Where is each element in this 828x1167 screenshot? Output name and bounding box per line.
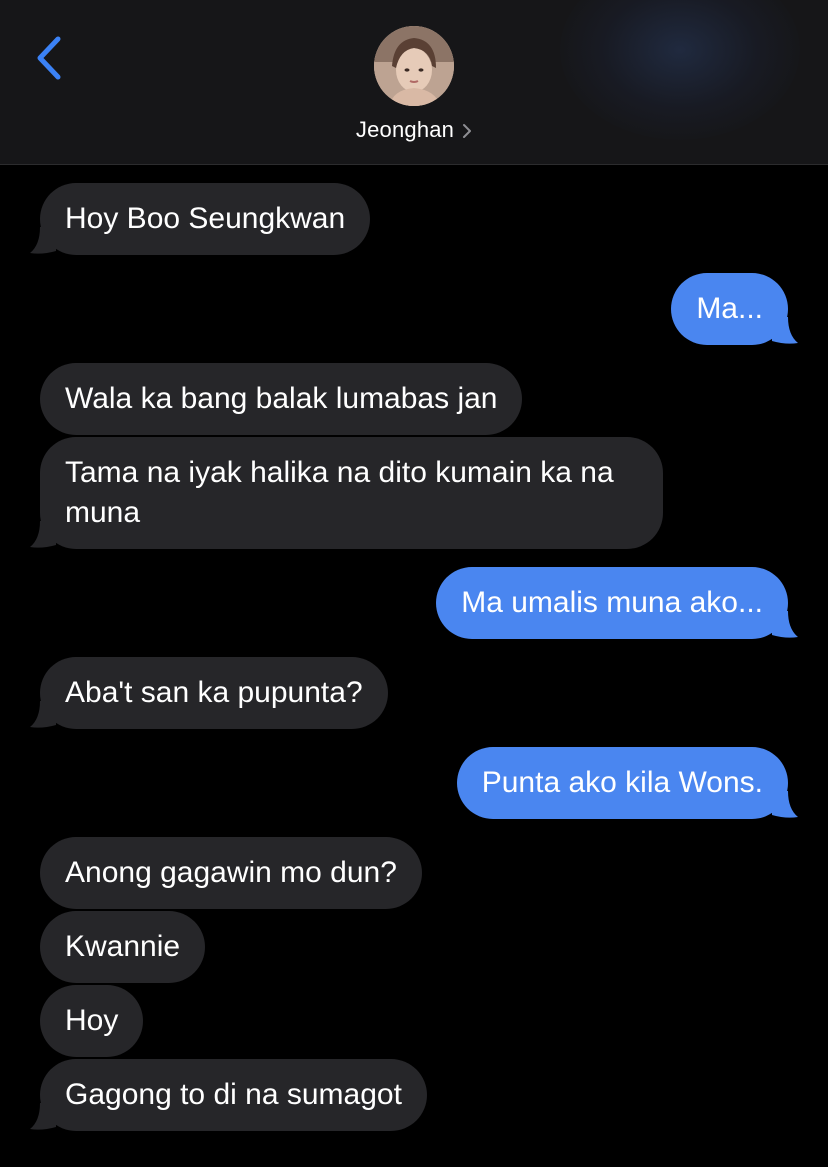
- message-bubble-incoming[interactable]: Tama na iyak halika na dito kumain ka na…: [30, 437, 663, 549]
- messages-screen: Jeonghan Hoy Boo Seungkwan Ma... Wala ka…: [0, 0, 828, 1167]
- message-thread[interactable]: Hoy Boo Seungkwan Ma... Wala ka bang bal…: [0, 165, 828, 1167]
- message-text: Kwannie: [65, 930, 181, 963]
- message-bubble-incoming[interactable]: Gagong to di na sumagot: [30, 1059, 427, 1131]
- bubble-tail: [772, 791, 798, 818]
- bubble-tail: [772, 317, 798, 344]
- message-text: Ma umalis muna ako...: [461, 586, 763, 619]
- message-bubble-incoming[interactable]: Anong gagawin mo dun?: [40, 837, 422, 909]
- contact-name: Jeonghan: [355, 117, 455, 142]
- message-bubble-incoming[interactable]: Hoy: [40, 985, 144, 1057]
- message-bubble-outgoing[interactable]: Ma...: [671, 273, 798, 345]
- bubble-tail: [30, 701, 56, 728]
- bubble-tail: [30, 1103, 56, 1130]
- message-text: Wala ka bang balak lumabas jan: [65, 382, 498, 415]
- contact-name-button[interactable]: Jeonghan: [0, 114, 828, 146]
- message-bubble-incoming[interactable]: Kwannie: [40, 911, 206, 983]
- chevron-left-icon: [37, 36, 61, 80]
- conversation-header: Jeonghan: [0, 0, 828, 165]
- chevron-right-icon: [462, 123, 472, 139]
- back-button[interactable]: [24, 30, 72, 86]
- message-bubble-outgoing[interactable]: Ma umalis muna ako...: [436, 567, 798, 639]
- bubble-tail: [772, 611, 798, 638]
- contact-avatar[interactable]: [374, 26, 454, 106]
- avatar-photo: [374, 26, 454, 106]
- message-text: Ma...: [696, 292, 763, 325]
- message-bubble-incoming[interactable]: Aba't san ka pupunta?: [30, 657, 388, 729]
- message-text: Hoy Boo Seungkwan: [65, 202, 346, 235]
- message-text: Tama na iyak halika na dito kumain ka na…: [65, 456, 614, 529]
- message-text: Hoy: [65, 1004, 119, 1037]
- message-text: Punta ako kila Wons.: [481, 766, 763, 799]
- message-text: Aba't san ka pupunta?: [65, 676, 363, 709]
- message-bubble-incoming[interactable]: Hoy Boo Seungkwan: [30, 183, 371, 255]
- bubble-tail: [30, 521, 56, 548]
- message-bubble-incoming[interactable]: Wala ka bang balak lumabas jan: [40, 363, 523, 435]
- bubble-tail: [30, 227, 56, 254]
- message-text: Gagong to di na sumagot: [65, 1078, 402, 1111]
- message-bubble-outgoing[interactable]: Punta ako kila Wons.: [456, 747, 798, 819]
- message-text: Anong gagawin mo dun?: [65, 856, 397, 889]
